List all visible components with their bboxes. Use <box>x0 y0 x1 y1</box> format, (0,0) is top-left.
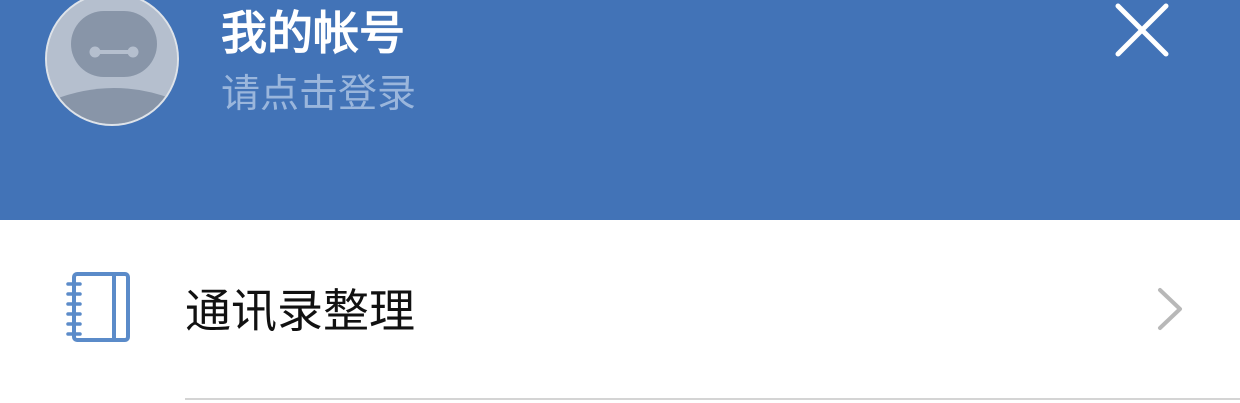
menu-item-label: 通讯录整理 <box>185 284 415 338</box>
chevron-right-icon <box>1152 286 1188 332</box>
login-prompt[interactable]: 请点击登录 <box>221 70 416 120</box>
address-book-icon <box>66 272 132 344</box>
close-button[interactable] <box>1110 0 1174 64</box>
list-divider <box>185 398 1240 400</box>
close-icon <box>1115 3 1169 57</box>
avatar[interactable] <box>45 0 179 126</box>
account-title: 我的帐号 <box>221 6 405 60</box>
robot-avatar-icon <box>47 0 177 124</box>
menu-item-contacts-organize[interactable]: 通讯录整理 <box>0 220 1240 398</box>
account-header: 我的帐号 请点击登录 <box>0 0 1240 220</box>
